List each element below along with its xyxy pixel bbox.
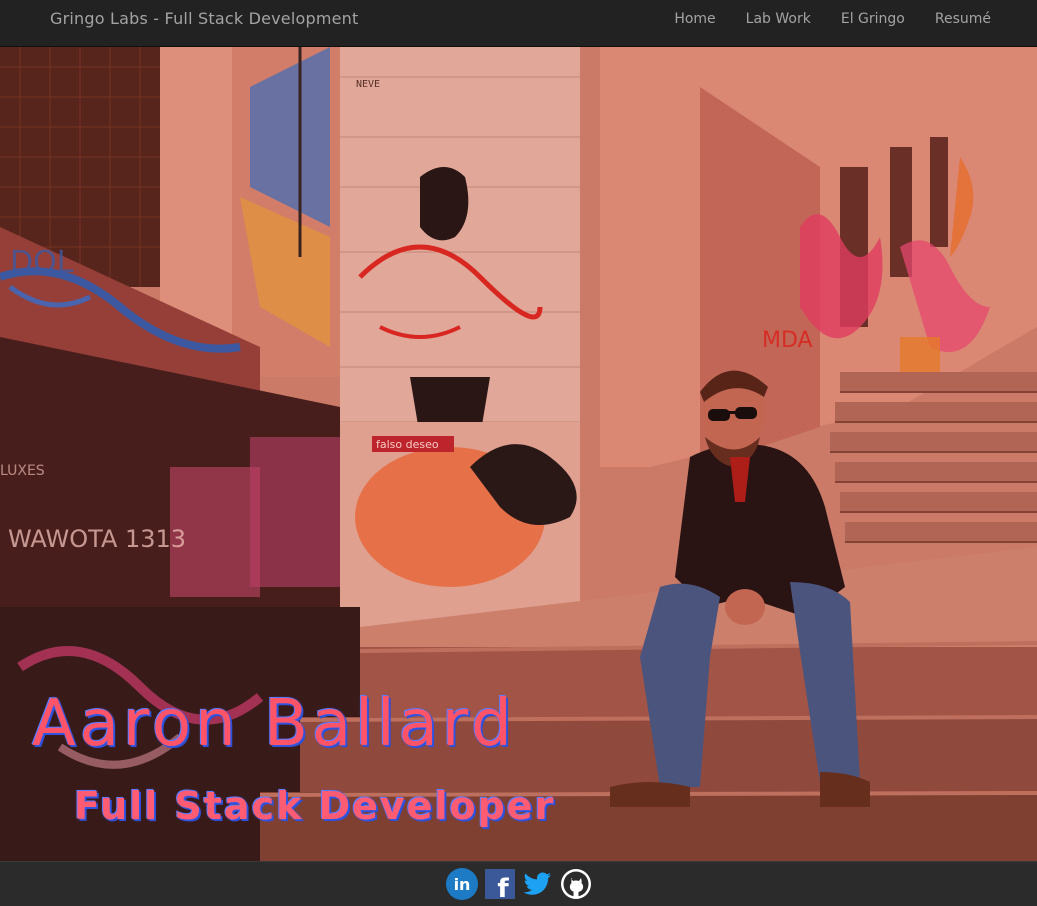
nav-link-resume[interactable]: Resumé (935, 11, 991, 27)
brand-link[interactable]: Gringo Labs - Full Stack Development (50, 9, 359, 28)
facebook-icon-label: f (497, 874, 509, 900)
nav-link-el-gringo[interactable]: El Gringo (841, 11, 905, 27)
github-icon (561, 869, 591, 899)
social-links: in f (446, 868, 592, 904)
linkedin-icon: in (446, 868, 478, 900)
hero-name: Aaron Ballard (32, 687, 516, 761)
top-navbar: Gringo Labs - Full Stack Development Hom… (0, 0, 1037, 47)
footer-bar: in f (0, 861, 1037, 906)
graffiti-text-luxes: LUXES (0, 463, 45, 479)
facebook-link[interactable]: f (484, 868, 516, 904)
linkedin-icon-label: in (454, 875, 471, 894)
nav-link-lab-work[interactable]: Lab Work (746, 11, 811, 27)
twitter-link[interactable] (522, 868, 554, 900)
hero-section: NEVE falso deseo WAWOTA 1313 LUXES DOL M… (0, 47, 1037, 861)
twitter-icon (523, 872, 551, 895)
nav-links: Home Lab Work El Gringo Resumé (674, 11, 991, 27)
hero-job-title: Full Stack Developer (74, 784, 556, 828)
nav-link-home[interactable]: Home (674, 11, 715, 27)
linkedin-link[interactable]: in (446, 868, 478, 900)
graffiti-text-mda: MDA (762, 328, 813, 353)
github-link[interactable] (560, 868, 592, 900)
svg-text:NEVE: NEVE (356, 79, 380, 90)
graffiti-text-wawota: WAWOTA 1313 (8, 525, 186, 553)
facebook-icon: f (485, 869, 515, 904)
graffiti-text-dol: DOL (10, 245, 74, 280)
wall-sign-text: falso deseo (376, 438, 439, 451)
